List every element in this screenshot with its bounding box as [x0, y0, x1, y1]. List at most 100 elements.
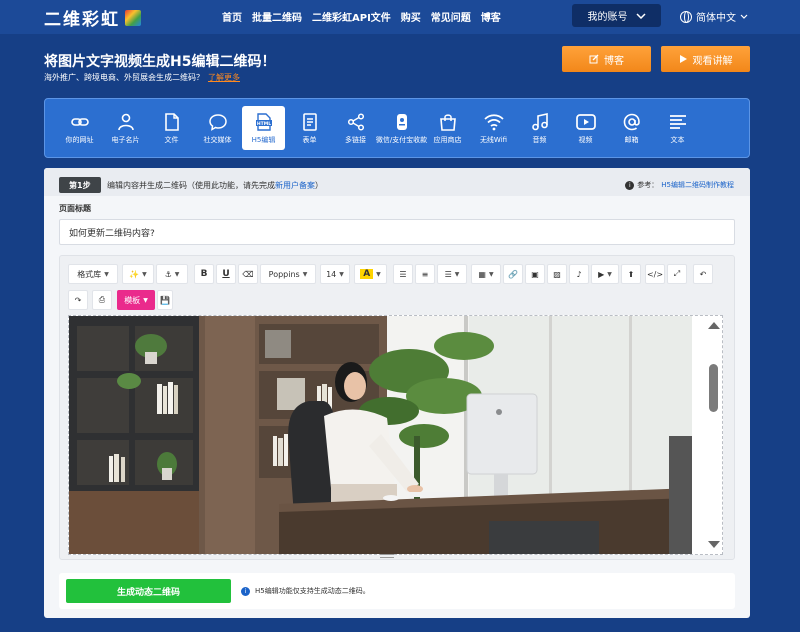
numbered-list-button[interactable]: ≡: [415, 264, 435, 284]
learn-more-link[interactable]: 了解更多: [208, 73, 240, 82]
text-color-button[interactable]: A ▼: [354, 264, 387, 284]
align-dropdown[interactable]: ☰ ▼: [437, 264, 467, 284]
upload-button[interactable]: ⬆: [621, 264, 641, 284]
blog-button-label: 博客: [604, 55, 624, 67]
scroll-up-arrow-icon[interactable]: [708, 322, 720, 329]
video-dropdown[interactable]: ▶ ▼: [591, 264, 619, 284]
language-switch[interactable]: 简体中文: [680, 9, 748, 24]
hero-subtitle-text: 海外推广、跨境电商、外贸展会生成二维码？: [44, 73, 204, 82]
table-icon: ▦: [478, 269, 486, 279]
generate-dynamic-qr-button[interactable]: 生成动态二维码: [66, 579, 231, 603]
caret-down-icon: ▼: [302, 270, 308, 278]
link-button[interactable]: 🔗: [503, 264, 523, 284]
type-label: 应用商店: [433, 135, 462, 144]
redo-button[interactable]: ↷: [68, 290, 88, 310]
reference-label: 参考：: [637, 181, 659, 189]
nav-item-blog[interactable]: 博客: [481, 9, 501, 24]
undo-button[interactable]: ↶: [693, 264, 713, 284]
page-title-input[interactable]: [59, 219, 735, 245]
account-dropdown[interactable]: 我的账号: [572, 4, 661, 27]
bold-button[interactable]: B: [194, 264, 214, 284]
chat-icon: [208, 112, 228, 132]
type-email[interactable]: 邮箱: [610, 106, 653, 150]
template-dropdown[interactable]: 模板 ▼: [117, 290, 155, 310]
scroll-thumb[interactable]: [709, 364, 718, 412]
page-title-label: 页面标题: [59, 204, 91, 213]
tutorial-reference: i 参考： H5编辑二维码制作教程: [625, 180, 734, 190]
font-family-dropdown[interactable]: Poppins ▼: [260, 264, 316, 284]
bold-icon: B: [200, 269, 208, 279]
gallery-button[interactable]: ▣: [525, 264, 545, 284]
editor-card: 第1步 编辑内容并生成二维码（使用此功能，请先完成新用户备案） i 参考： H5…: [44, 168, 750, 618]
type-vcard[interactable]: 电子名片: [104, 106, 147, 150]
type-social[interactable]: 社交媒体: [196, 106, 239, 150]
tutorial-link[interactable]: H5编辑二维码制作教程: [661, 180, 734, 190]
fullscreen-button[interactable]: ⤢: [667, 264, 687, 284]
link-icon: 🔗: [508, 269, 518, 279]
edit-icon: [589, 54, 599, 64]
image-button[interactable]: ▨: [547, 264, 567, 284]
format-library-dropdown[interactable]: 格式库 ▼: [68, 264, 118, 284]
type-audio[interactable]: 音频: [518, 106, 561, 150]
underline-button[interactable]: U: [216, 264, 236, 284]
blog-button[interactable]: 博客: [562, 46, 651, 72]
type-url[interactable]: 你的网址: [58, 106, 101, 150]
anchor-dropdown[interactable]: ⚓ ▼: [156, 264, 188, 284]
play-icon: [679, 55, 687, 63]
type-payment[interactable]: 微信/支付宝收款: [376, 106, 427, 150]
editor-scrollbar[interactable]: [704, 316, 722, 554]
font-size-dropdown[interactable]: 14 ▼: [320, 264, 350, 284]
video-camera-icon: ▶: [598, 269, 605, 279]
font-family-value: Poppins: [268, 269, 300, 279]
type-app-store[interactable]: 应用商店: [426, 106, 469, 150]
scroll-down-arrow-icon[interactable]: [708, 541, 720, 548]
main-nav: 首页 批量二维码 二维彩虹API文件 购买 常见问题 博客: [222, 9, 511, 24]
font-size-value: 14: [326, 269, 337, 279]
bullet-list-icon: ☰: [399, 269, 407, 279]
eraser-button[interactable]: ⌫: [238, 264, 258, 284]
register-link[interactable]: 新用户备案: [275, 181, 315, 190]
logo[interactable]: 二维彩虹: [44, 5, 141, 30]
nav-item-api[interactable]: 二维彩虹API文件: [312, 9, 391, 24]
type-label: H5编辑: [251, 135, 276, 144]
save-button[interactable]: 💾: [157, 290, 173, 310]
table-dropdown[interactable]: ▦ ▼: [471, 264, 501, 284]
gallery-icon: ▣: [531, 269, 539, 279]
magic-wand-dropdown[interactable]: ✨ ▼: [122, 264, 154, 284]
caret-down-icon: ▼: [376, 270, 381, 278]
caret-down-icon: ▼: [142, 270, 147, 278]
type-h5-editor[interactable]: HTML H5编辑: [242, 106, 285, 150]
html-icon: HTML: [254, 112, 274, 132]
format-library-label: 格式库: [77, 269, 102, 279]
type-label: 视频: [578, 135, 593, 144]
type-text[interactable]: 文本: [656, 106, 699, 150]
logo-text: 二维彩虹: [44, 10, 120, 30]
step-header: 第1步 编辑内容并生成二维码（使用此功能，请先完成新用户备案） i 参考： H5…: [44, 168, 750, 196]
nav-item-batch[interactable]: 批量二维码: [252, 9, 302, 24]
watch-tutorial-button[interactable]: 观看讲解: [661, 46, 750, 72]
magic-wand-icon: ✨: [129, 269, 140, 279]
code-view-button[interactable]: </>: [645, 264, 665, 284]
nav-item-faq[interactable]: 常见问题: [431, 9, 471, 24]
bullet-list-button[interactable]: ☰: [393, 264, 413, 284]
nav-item-buy[interactable]: 购买: [401, 9, 421, 24]
fullscreen-icon: ⤢: [673, 269, 681, 278]
align-icon: ☰: [444, 269, 452, 279]
info-icon: i: [241, 586, 250, 596]
type-file[interactable]: 文件: [150, 106, 193, 150]
type-multi-link[interactable]: 多链接: [334, 106, 377, 150]
type-wifi[interactable]: 无线Wifi: [472, 106, 515, 150]
top-navbar: 二维彩虹 首页 批量二维码 二维彩虹API文件 购买 常见问题 博客 我的账号 …: [0, 0, 800, 34]
editor-content-area[interactable]: [68, 315, 723, 555]
print-button[interactable]: ⎙: [92, 290, 112, 310]
chevron-down-icon: [740, 14, 748, 19]
nav-item-home[interactable]: 首页: [222, 9, 242, 24]
type-video[interactable]: 视频: [564, 106, 607, 150]
type-form[interactable]: 表单: [288, 106, 331, 150]
resize-handle[interactable]: [380, 554, 394, 558]
music-icon: [530, 112, 550, 132]
step-badge: 第1步: [59, 177, 101, 193]
type-label: 你的网址: [65, 135, 94, 144]
music-button[interactable]: ♪: [569, 264, 589, 284]
print-icon: ⎙: [98, 295, 106, 304]
